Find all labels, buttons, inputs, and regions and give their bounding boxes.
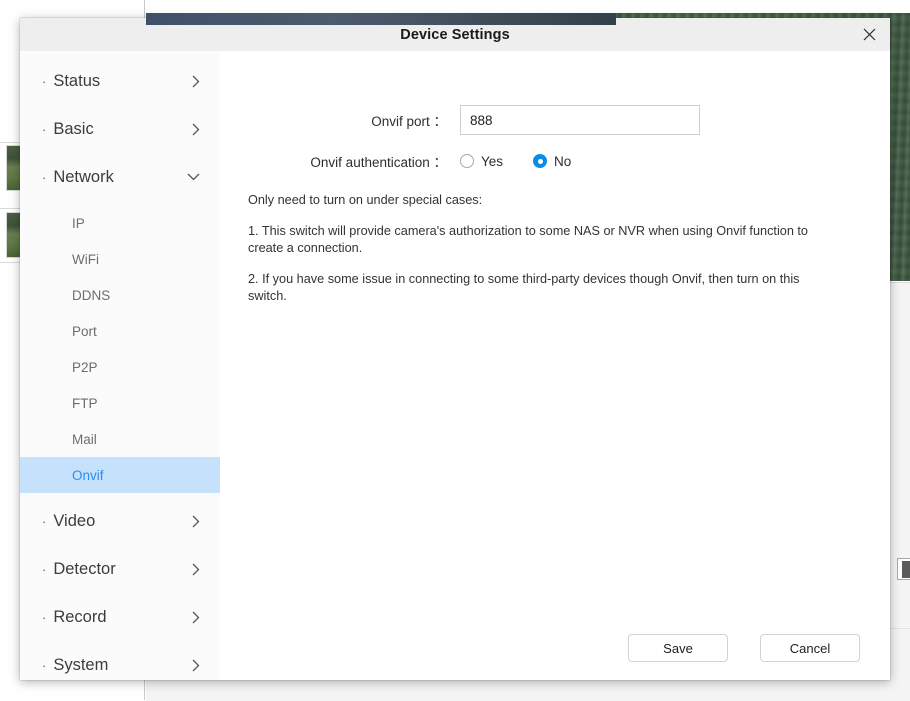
sidebar-item-system[interactable]: · System [20,649,220,680]
chevron-right-icon [192,563,200,576]
sidebar-item-wifi[interactable]: WiFi [20,241,220,277]
note-intro: Only need to turn on under special cases… [248,192,828,210]
bullet-icon: · [42,611,46,624]
save-button[interactable]: Save [628,634,728,662]
sidebar-item-network[interactable]: · Network [20,161,220,193]
sidebar-item-label: Record [53,608,192,627]
sidebar-item-label: Mail [72,432,97,447]
background-collapse-handle[interactable] [897,558,910,580]
bullet-icon: · [42,75,46,88]
sidebar-item-label: Detector [53,560,192,579]
chevron-right-icon [192,515,200,528]
bullet-icon: · [42,515,46,528]
sidebar-item-label: Onvif [72,468,104,483]
device-settings-dialog: Device Settings · Status · Basic [20,18,890,680]
bullet-icon: · [42,171,46,184]
chevron-right-icon [192,659,200,672]
radio-label: Yes [481,154,503,169]
chevron-down-icon [187,173,200,181]
cancel-button[interactable]: Cancel [760,634,860,662]
onvif-port-label: Onvif port ： [240,110,460,130]
sidebar-item-label: Status [53,72,192,91]
chevron-right-icon [192,611,200,624]
sidebar-item-port[interactable]: Port [20,313,220,349]
bullet-icon: · [42,123,46,136]
sidebar-item-ip[interactable]: IP [20,205,220,241]
sidebar-item-label: System [53,656,192,675]
sidebar-item-status[interactable]: · Status [20,65,220,97]
onvif-authentication-row: Onvif authentication ： Yes No [240,151,601,171]
onvif-help-notes: Only need to turn on under special cases… [248,192,828,306]
radio-icon [460,154,474,168]
dialog-footer: Save Cancel [628,634,860,662]
sidebar-item-label: IP [72,216,85,231]
onvif-auth-radio-yes[interactable]: Yes [460,154,503,169]
sidebar-item-detector[interactable]: · Detector [20,553,220,585]
sidebar-item-label: DDNS [72,288,110,303]
background-collapse-handle-inner [902,561,910,578]
sidebar-item-ddns[interactable]: DDNS [20,277,220,313]
radio-selected-icon [533,154,547,168]
sidebar-item-record[interactable]: · Record [20,601,220,633]
sidebar-item-label: Video [53,512,192,531]
dialog-title: Device Settings [400,27,510,43]
note-item-1: 1. This switch will provide camera's aut… [248,223,828,258]
sidebar-item-label: P2P [72,360,98,375]
settings-content: Onvif port ： Onvif authentication ： Yes … [220,51,890,680]
sidebar-item-basic[interactable]: · Basic [20,113,220,145]
close-icon[interactable] [856,22,882,47]
sidebar-item-label: WiFi [72,252,99,267]
onvif-auth-radio-no[interactable]: No [533,154,571,169]
bullet-icon: · [42,563,46,576]
onvif-port-input[interactable] [460,105,700,135]
settings-sidebar: · Status · Basic · Network [20,51,220,680]
chevron-right-icon [192,75,200,88]
background-camera-feed-upper [146,13,616,25]
bullet-icon: · [42,659,46,672]
sidebar-item-video[interactable]: · Video [20,505,220,537]
sidebar-item-ftp[interactable]: FTP [20,385,220,421]
chevron-right-icon [192,123,200,136]
onvif-authentication-label: Onvif authentication ： [240,151,460,171]
sidebar-item-label: Basic [53,120,192,139]
sidebar-item-onvif[interactable]: Onvif [20,457,220,493]
onvif-port-row: Onvif port ： [240,105,700,135]
sidebar-item-label: FTP [72,396,98,411]
radio-label: No [554,154,571,169]
note-item-2: 2. If you have some issue in connecting … [248,271,828,306]
sidebar-item-mail[interactable]: Mail [20,421,220,457]
sidebar-item-label: Port [72,324,97,339]
sidebar-item-p2p[interactable]: P2P [20,349,220,385]
sidebar-item-label: Network [53,168,187,187]
dialog-body: · Status · Basic · Network [20,51,890,680]
